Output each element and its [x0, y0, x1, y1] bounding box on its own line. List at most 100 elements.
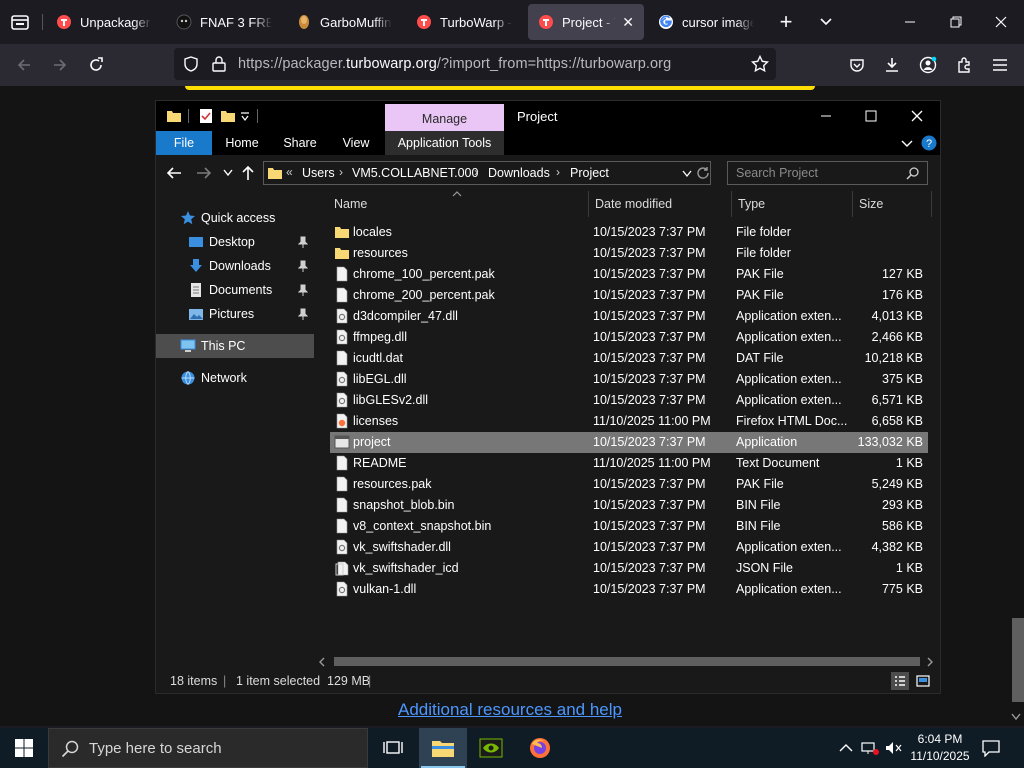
breadcrumb-user-folder[interactable]: VM5.COLLABNET.000 [352, 166, 478, 180]
browser-tab-active[interactable]: Project - Tu ✕ [528, 4, 644, 40]
bookmark-star-icon[interactable] [750, 54, 770, 74]
tab-share[interactable]: Share [276, 131, 324, 155]
overflow-chevron-icon[interactable]: « [286, 165, 293, 179]
customize-qat-icon[interactable] [240, 112, 250, 122]
task-view-button[interactable] [369, 728, 417, 768]
system-clock[interactable]: 6:04 PM 11/10/2025 [908, 731, 972, 765]
help-icon[interactable]: ? [921, 135, 937, 151]
nav-downloads[interactable]: Downloads [156, 254, 314, 278]
file-row[interactable]: vk_swiftshader.dll 10/15/2023 7:37 PM Appl… [330, 537, 928, 558]
pin-icon[interactable] [298, 308, 308, 320]
breadcrumb-chevron-icon[interactable]: › [474, 165, 478, 179]
back-icon[interactable] [164, 163, 184, 183]
minimize-icon[interactable] [898, 10, 922, 34]
up-icon[interactable] [238, 163, 258, 183]
breadcrumb-users[interactable]: Users [302, 166, 335, 180]
file-row[interactable]: icudtl.dat 10/15/2023 7:37 PM DAT File 10,2… [330, 348, 928, 369]
browser-tab[interactable]: Unpackager for [46, 4, 162, 40]
new-tab-icon[interactable]: + [774, 9, 798, 34]
url-text[interactable]: https://packager.turbowarp.org/?import_f… [238, 56, 671, 72]
page-scrollbar[interactable] [1006, 86, 1024, 726]
file-row[interactable]: chrome_200_percent.pak 10/15/2023 7:37 PM… [330, 285, 928, 306]
taskbar-search-box[interactable]: Type here to search [48, 728, 368, 768]
browser-tab[interactable]: cursor image s [648, 4, 764, 40]
tab-home[interactable]: Home [218, 131, 266, 155]
lock-icon[interactable] [210, 55, 228, 73]
file-row[interactable]: libEGL.dll 10/15/2023 7:37 PM Application … [330, 369, 928, 390]
additional-resources-link[interactable]: Additional resources and help [398, 700, 622, 720]
file-row[interactable]: v8_context_snapshot.bin 10/15/2023 7:37 P… [330, 516, 928, 537]
expand-ribbon-icon[interactable] [901, 139, 913, 149]
file-row[interactable]: chrome_100_percent.pak 10/15/2023 7:37 PM… [330, 264, 928, 285]
column-header-name[interactable]: Name [334, 197, 367, 211]
breadcrumb-chevron-icon[interactable]: › [339, 165, 343, 179]
horizontal-scrollbar-thumb[interactable] [334, 657, 920, 666]
details-view-button[interactable] [891, 672, 909, 690]
network-status-icon[interactable] [860, 738, 880, 758]
nav-documents[interactable]: Documents [156, 278, 314, 302]
column-divider[interactable] [731, 191, 732, 217]
nav-pictures[interactable]: Pictures [156, 302, 314, 326]
column-divider[interactable] [588, 191, 589, 217]
file-row[interactable]: libGLESv2.dll 10/15/2023 7:37 PM Applicati… [330, 390, 928, 411]
browser-tab[interactable]: TurboWarp - R [406, 4, 522, 40]
show-hidden-icons-icon[interactable] [836, 738, 856, 758]
browser-tab[interactable]: FNAF 3 FREE (I [166, 4, 282, 40]
scroll-down-icon[interactable] [1011, 713, 1021, 721]
manage-tab[interactable]: Manage [385, 104, 504, 132]
account-icon[interactable] [916, 53, 940, 77]
taskbar-file-explorer[interactable] [419, 728, 467, 768]
downloads-icon[interactable] [880, 53, 904, 77]
back-icon[interactable] [12, 53, 36, 77]
page-scrollbar-thumb[interactable] [1012, 618, 1024, 702]
tracking-protection-icon[interactable] [182, 55, 200, 73]
close-window-icon[interactable] [989, 10, 1013, 34]
file-row[interactable]: README 11/10/2025 11:00 PM Text Document 1 … [330, 453, 928, 474]
column-header-type[interactable]: Type [738, 197, 765, 211]
breadcrumb-chevron-icon[interactable]: › [556, 165, 560, 179]
volume-muted-icon[interactable] [884, 738, 904, 758]
file-row[interactable]: licenses 11/10/2025 11:00 PM Firefox HTML … [330, 411, 928, 432]
pocket-icon[interactable] [845, 53, 869, 77]
nav-network[interactable]: Network [156, 366, 314, 390]
properties-icon[interactable] [198, 108, 214, 124]
forward-icon[interactable] [48, 53, 72, 77]
file-row[interactable]: locales 10/15/2023 7:37 PM File folder [330, 222, 928, 243]
forward-icon[interactable] [194, 163, 214, 183]
file-row[interactable]: ffmpeg.dll 10/15/2023 7:37 PM Application … [330, 327, 928, 348]
large-icons-view-button[interactable] [914, 672, 932, 690]
scroll-right-icon[interactable] [926, 657, 934, 667]
nav-this-pc[interactable]: This PC [156, 334, 314, 358]
refresh-icon[interactable] [696, 166, 710, 180]
search-icon[interactable] [906, 167, 919, 180]
restore-icon[interactable] [944, 10, 968, 34]
tab-file[interactable]: File [156, 131, 212, 155]
file-row[interactable]: d3dcompiler_47.dll 10/15/2023 7:37 PM Appl… [330, 306, 928, 327]
list-all-tabs-icon[interactable] [814, 10, 838, 34]
scroll-left-icon[interactable] [318, 657, 326, 667]
file-row[interactable]: vk_swiftshader_icd 10/15/2023 7:37 PM JSON… [330, 558, 928, 579]
pin-icon[interactable] [298, 236, 308, 248]
tab-view[interactable]: View [332, 131, 380, 155]
column-header-size[interactable]: Size [859, 197, 883, 211]
new-folder-icon[interactable] [220, 108, 236, 124]
column-divider[interactable] [852, 191, 853, 217]
nav-desktop[interactable]: Desktop [156, 230, 314, 254]
column-divider[interactable] [931, 191, 932, 217]
notifications-icon[interactable] [980, 737, 1002, 759]
horizontal-scrollbar[interactable] [314, 653, 940, 669]
pin-icon[interactable] [298, 260, 308, 272]
recent-locations-icon[interactable] [220, 163, 236, 183]
search-box[interactable]: Search Project [727, 161, 928, 185]
taskbar-firefox[interactable] [516, 728, 564, 768]
maximize-icon[interactable] [861, 106, 881, 126]
taskbar-nvidia-app[interactable] [467, 728, 515, 768]
address-dropdown-icon[interactable] [682, 170, 692, 178]
close-tab-icon[interactable]: ✕ [622, 14, 634, 31]
menu-icon[interactable] [988, 53, 1012, 77]
nav-quick-access[interactable]: Quick access [156, 206, 314, 230]
file-row[interactable]: resources.pak 10/15/2023 7:37 PM PAK File 5… [330, 474, 928, 495]
start-button[interactable] [0, 728, 48, 768]
file-row[interactable]: vulkan-1.dll 10/15/2023 7:37 PM Applicatio… [330, 579, 928, 600]
column-header-date[interactable]: Date modified [595, 197, 672, 211]
